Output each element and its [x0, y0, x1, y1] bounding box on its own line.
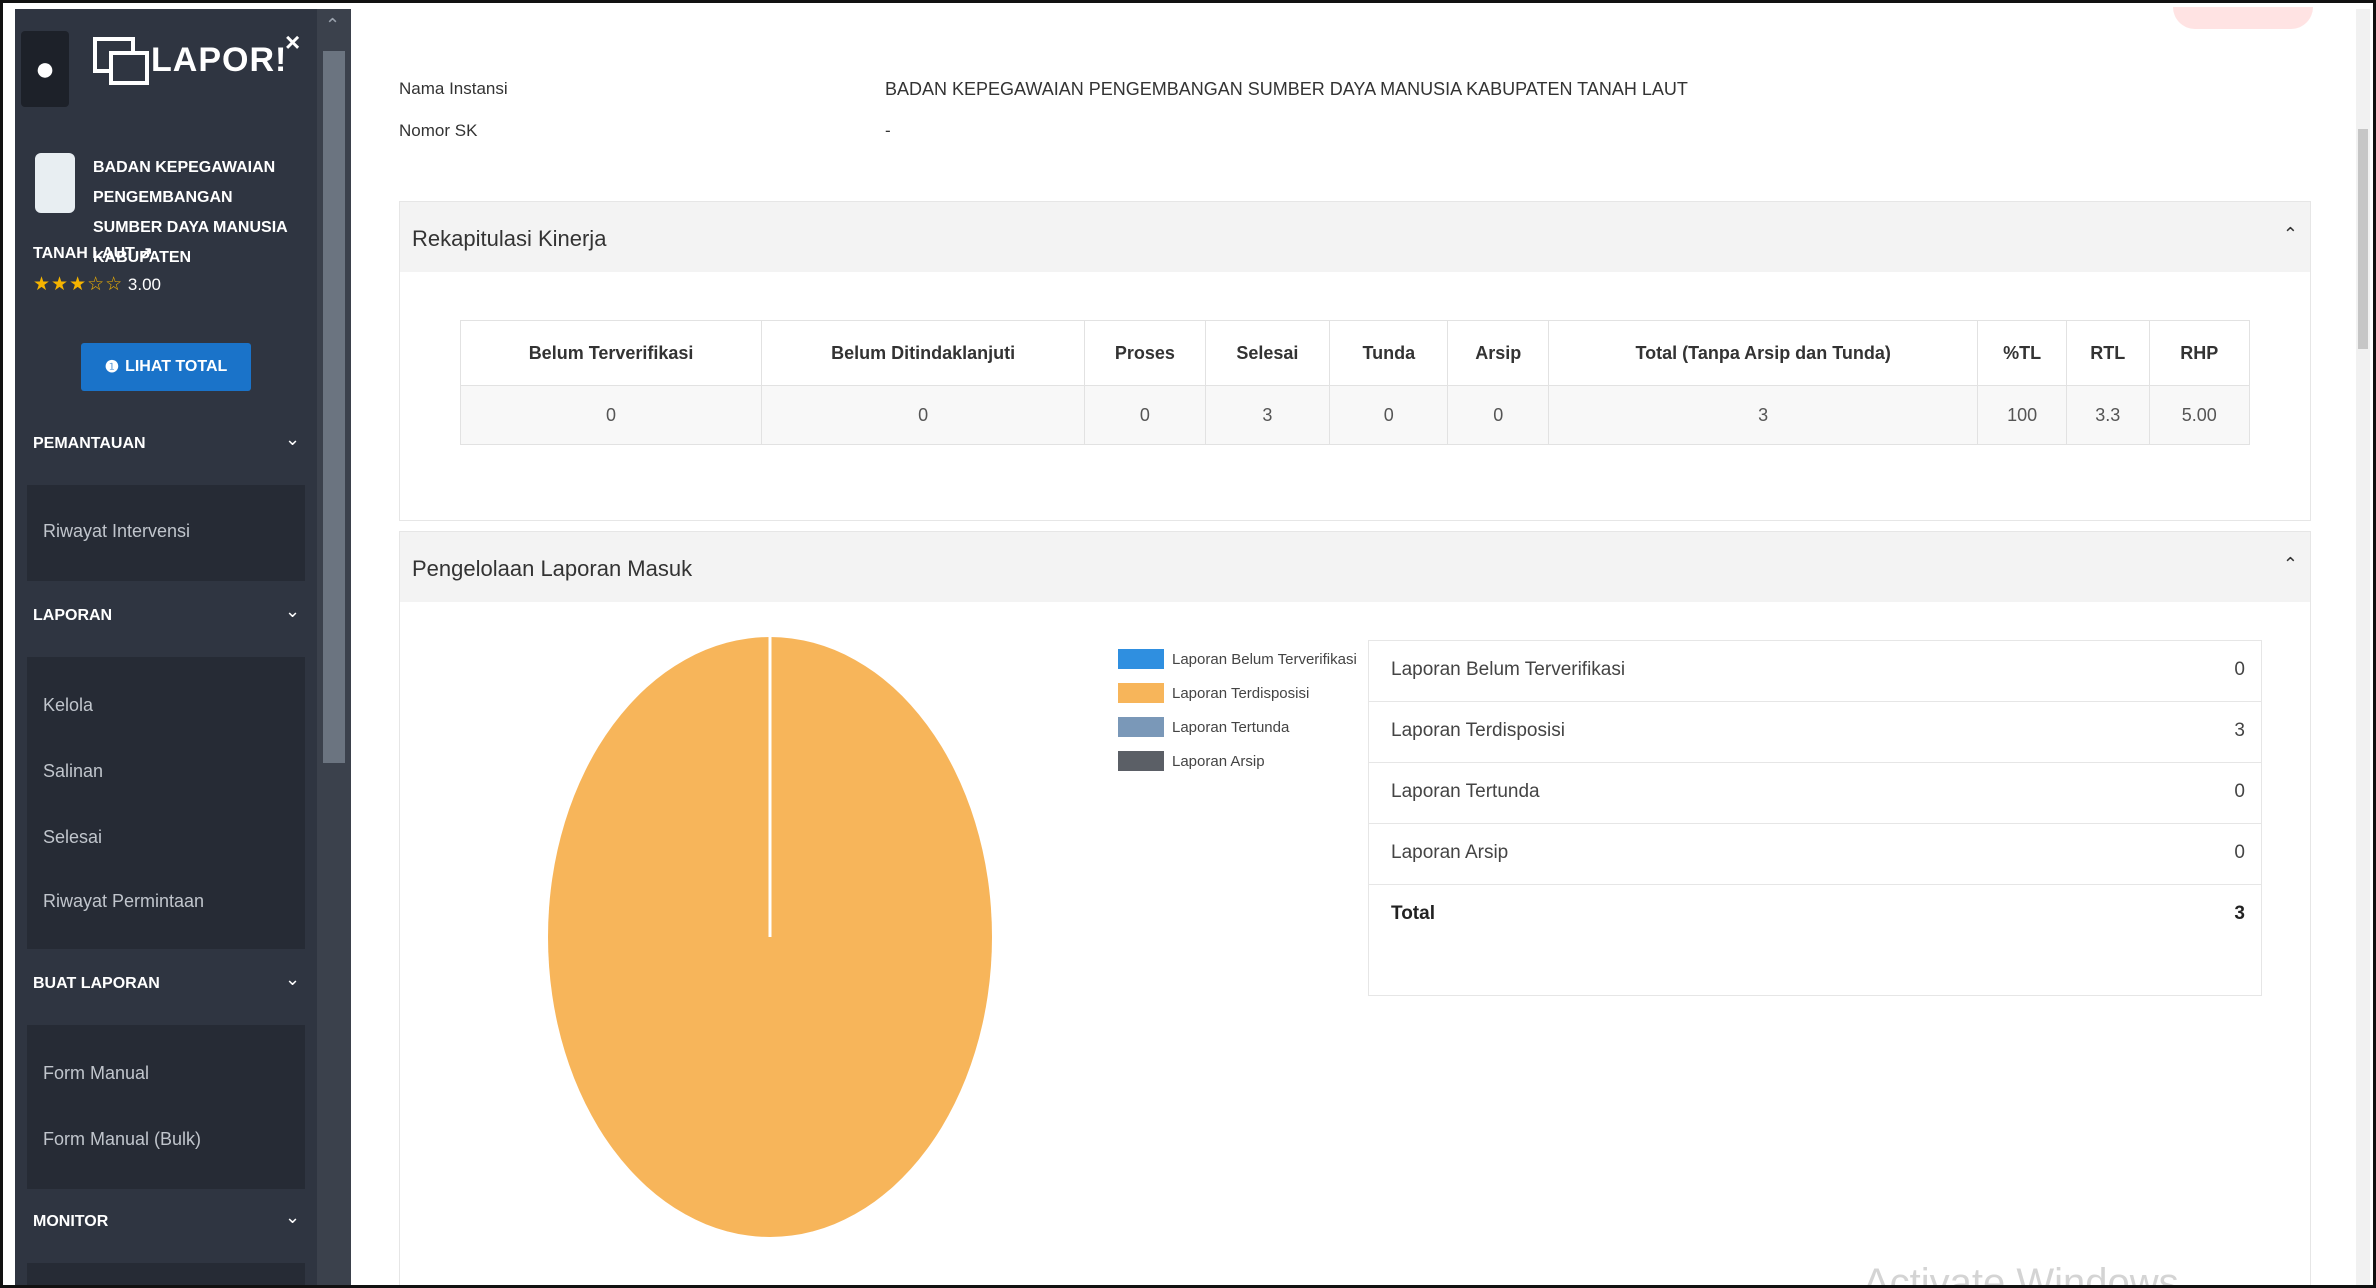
pengelolaan-panel: Pengelolaan Laporan Masuk ⌃ Laporan Belu… — [399, 531, 2311, 1285]
logo-text: LAPOR! — [151, 40, 288, 79]
chevron-down-icon[interactable]: ⌄ — [285, 969, 300, 990]
sidebar-section-laporan[interactable]: LAPORAN ⌄ — [15, 587, 317, 647]
sidebar: ● LAPOR! × BADAN KEPEGAWAIAN PENGEMBANGA… — [15, 9, 317, 1285]
pengelolaan-panel-header[interactable]: Pengelolaan Laporan Masuk ⌃ — [400, 532, 2310, 602]
collapse-icon[interactable]: ⌃ — [2283, 224, 2298, 245]
table-cell: 3 — [1204, 385, 1331, 445]
list-item: Laporan Belum Terverifikasi 0 — [1369, 641, 2261, 702]
app-window: ● LAPOR! × BADAN KEPEGAWAIAN PENGEMBANGA… — [0, 0, 2376, 1288]
star-rating-icon: ★★★☆☆ — [33, 274, 124, 295]
chart-legend: Laporan Belum Terverifikasi Laporan Terdi… — [1118, 642, 1357, 778]
chevron-down-icon[interactable]: ⌄ — [285, 429, 300, 450]
table-header: %TL — [1977, 320, 2067, 386]
lihat-total-button[interactable]: ❶ LIHAT TOTAL — [81, 343, 251, 391]
activate-windows-watermark: Activate Windows — [1863, 1261, 2179, 1288]
lapor-logo[interactable]: LAPOR! — [93, 37, 288, 85]
legend-item[interactable]: Laporan Arsip — [1118, 744, 1357, 778]
pie-chart-svg — [548, 637, 992, 1237]
submenu-laporan: Kelola Salinan Selesai Riwayat Permintaa… — [27, 657, 305, 949]
notification-badge[interactable] — [2173, 7, 2313, 29]
sidebar-item-salinan[interactable]: Salinan — [43, 761, 103, 782]
sidebar-section-pemantauan[interactable]: PEMANTAUAN ⌄ — [15, 415, 317, 475]
sidebar-item-form-manual[interactable]: Form Manual — [43, 1063, 149, 1084]
rekap-title: Rekapitulasi Kinerja — [412, 226, 607, 251]
table-header: Selesai — [1204, 320, 1331, 386]
list-item: Laporan Tertunda 0 — [1369, 763, 2261, 824]
main-content: Nama Instansi BADAN KEPEGAWAIAN PENGEMBA… — [351, 9, 2365, 1288]
globe-icon[interactable]: ● — [21, 31, 69, 107]
sidebar-item-riwayat-intervensi[interactable]: Riwayat Intervensi — [43, 521, 190, 542]
page-scrollbar-thumb[interactable] — [2358, 129, 2368, 349]
chevron-down-icon[interactable]: ⌄ — [285, 601, 300, 622]
legend-label: Laporan Terdisposisi — [1172, 684, 1310, 702]
legend-label: Laporan Tertunda — [1172, 718, 1290, 736]
table-cell: 3 — [1547, 385, 1979, 445]
pie-chart — [540, 632, 1000, 1257]
organization-name-line2[interactable]: TANAH LAUT ↗ — [33, 243, 153, 263]
sidebar-section-buat-laporan[interactable]: BUAT LAPORAN ⌄ — [15, 955, 317, 1015]
scroll-up-icon[interactable]: ⌃ — [325, 15, 340, 36]
total-row: Total 3 — [1391, 903, 2245, 924]
table-cell: 3.3 — [2065, 385, 2150, 445]
sk-value: - — [885, 121, 891, 140]
rekap-header-row: Belum Terverifikasi Belum Ditindaklanjut… — [459, 320, 2250, 386]
table-header: Belum Terverifikasi — [459, 320, 763, 386]
rating-value: 3.00 — [127, 275, 161, 294]
legend-swatch — [1118, 751, 1164, 771]
table-row: 0 0 0 3 0 0 3 100 3.3 5.00 — [459, 385, 2250, 445]
legend-item[interactable]: Laporan Tertunda — [1118, 710, 1357, 744]
list-item: Laporan Arsip 0 — [1369, 824, 2261, 885]
table-cell: 5.00 — [2148, 385, 2250, 445]
rekap-panel: Rekapitulasi Kinerja ⌃ Belum Terverifika… — [399, 201, 2311, 521]
legend-label: Laporan Belum Terverifikasi — [1172, 650, 1357, 668]
table-cell: 0 — [1084, 385, 1206, 445]
sk-label: Nomor SK — [399, 121, 478, 140]
sidebar-item-selesai[interactable]: Selesai — [43, 827, 102, 848]
collapse-icon[interactable]: ⌃ — [2283, 554, 2298, 575]
rekap-table: Belum Terverifikasi Belum Ditindaklanjut… — [459, 320, 2250, 445]
instansi-value: BADAN KEPEGAWAIAN PENGEMBANGAN SUMBER DA… — [885, 79, 1688, 99]
sidebar-section-monitor[interactable]: MONITOR ⌄ — [15, 1193, 317, 1253]
instansi-label: Nama Instansi — [399, 79, 508, 98]
legend-swatch — [1118, 649, 1164, 669]
submenu-pemantauan: Riwayat Intervensi — [27, 485, 305, 581]
list-item: Laporan Terdisposisi 3 — [1369, 702, 2261, 763]
legend-label: Laporan Arsip — [1172, 752, 1265, 770]
info-icon: ❶ — [104, 359, 120, 376]
table-cell: 0 — [1447, 385, 1549, 445]
table-header: Tunda — [1329, 320, 1449, 386]
rekap-panel-header[interactable]: Rekapitulasi Kinerja ⌃ — [400, 202, 2310, 272]
table-header: Belum Ditindaklanjuti — [761, 320, 1086, 386]
external-link-icon[interactable]: ↗ — [139, 245, 152, 262]
legend-swatch — [1118, 683, 1164, 703]
chevron-down-icon[interactable]: ⌄ — [285, 1207, 300, 1228]
close-icon[interactable]: × — [285, 27, 300, 58]
sidebar-scrollbar-thumb[interactable] — [323, 51, 345, 763]
legend-swatch — [1118, 717, 1164, 737]
sidebar-item-kelola[interactable]: Kelola — [43, 695, 93, 716]
table-cell: 100 — [1977, 385, 2067, 445]
table-header: Arsip — [1447, 320, 1549, 386]
table-header: Total (Tanpa Arsip dan Tunda) — [1547, 320, 1979, 386]
legend-item[interactable]: Laporan Terdisposisi — [1118, 676, 1357, 710]
table-cell: 0 — [1329, 385, 1449, 445]
chat-logo-icon — [93, 37, 149, 85]
summary-table: Laporan Belum Terverifikasi 0 Laporan Ter… — [1368, 640, 2262, 996]
submenu-monitor — [27, 1263, 305, 1285]
table-header: RTL — [2065, 320, 2150, 386]
submenu-buat-laporan: Form Manual Form Manual (Bulk) — [27, 1025, 305, 1189]
sidebar-scrollbar[interactable]: ⌃ — [317, 9, 351, 1285]
sidebar-item-form-manual-bulk[interactable]: Form Manual (Bulk) — [43, 1129, 201, 1150]
table-cell: 0 — [761, 385, 1086, 445]
table-header: RHP — [2148, 320, 2250, 386]
page-scrollbar[interactable] — [2356, 9, 2370, 1285]
pengelolaan-title: Pengelolaan Laporan Masuk — [412, 556, 693, 581]
legend-item[interactable]: Laporan Belum Terverifikasi — [1118, 642, 1357, 676]
table-cell: 0 — [459, 385, 763, 445]
table-header: Proses — [1084, 320, 1206, 386]
organization-rating: ★★★☆☆ 3.00 — [33, 273, 161, 296]
sidebar-item-riwayat-permintaan[interactable]: Riwayat Permintaan — [43, 891, 204, 912]
organization-icon — [35, 153, 75, 213]
